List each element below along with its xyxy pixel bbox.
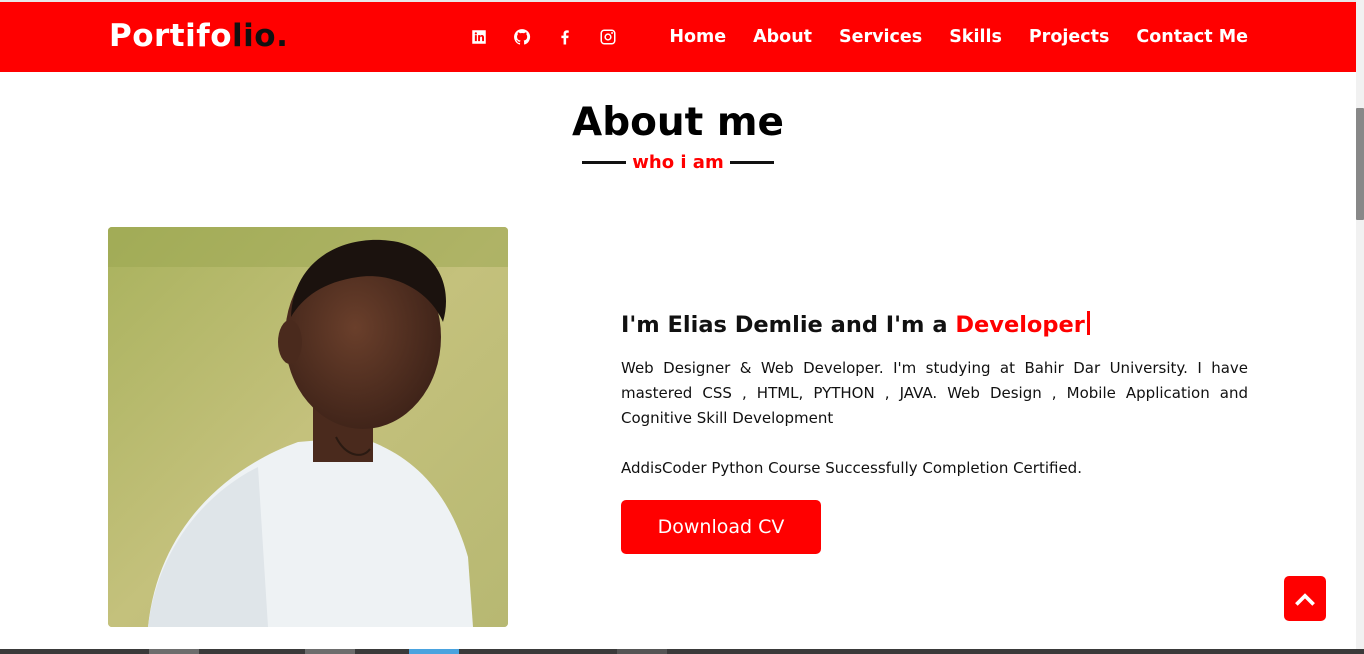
- nav-contact[interactable]: Contact Me: [1136, 27, 1248, 47]
- section-title: About me: [572, 100, 784, 145]
- navbar: Portifolio. Home About Services Skills P…: [0, 0, 1356, 72]
- nav-projects[interactable]: Projects: [1029, 27, 1110, 47]
- instagram-icon[interactable]: [599, 28, 617, 46]
- facebook-icon[interactable]: [556, 28, 574, 46]
- scrollbar-thumb[interactable]: [1356, 108, 1364, 220]
- nav-home[interactable]: Home: [669, 27, 726, 47]
- subtitle-divider-right: [729, 161, 774, 164]
- subtitle-divider-left: [582, 161, 627, 164]
- nav-skills[interactable]: Skills: [949, 27, 1002, 47]
- site-logo[interactable]: Portifolio.: [109, 18, 288, 54]
- scroll-to-top-button[interactable]: [1284, 576, 1326, 621]
- linkedin-icon[interactable]: [470, 28, 488, 46]
- intro-heading: I'm Elias Demlie and I'm a Developer: [621, 311, 1090, 338]
- certification-text: AddisCoder Python Course Successfully Co…: [621, 459, 1082, 477]
- bio-text: Web Designer & Web Developer. I'm studyi…: [621, 359, 1248, 427]
- typed-role: Developer: [955, 312, 1085, 338]
- download-cv-button[interactable]: Download CV: [621, 500, 821, 554]
- page-scrollbar[interactable]: [1356, 0, 1364, 654]
- nav-about[interactable]: About: [753, 27, 812, 47]
- github-icon[interactable]: [513, 28, 531, 46]
- section-subtitle-row: who i am: [0, 152, 1356, 173]
- typing-cursor: [1086, 311, 1090, 335]
- profile-photo: [108, 227, 508, 627]
- section-subtitle: who i am: [632, 152, 724, 173]
- chevron-up-icon: [1295, 592, 1315, 606]
- nav-services[interactable]: Services: [839, 27, 922, 47]
- taskbar-strip: [0, 649, 1364, 654]
- nav-menu: Home About Services Skills Projects Cont…: [470, 22, 1248, 52]
